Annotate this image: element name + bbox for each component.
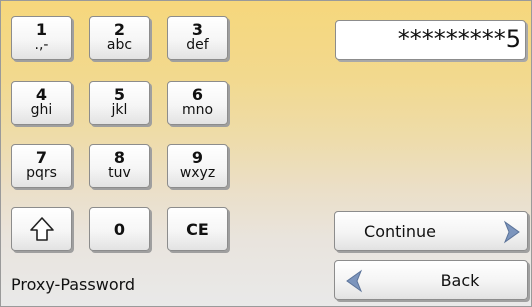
key-letters: ghi (30, 102, 53, 118)
key-digit: 3 (191, 20, 204, 39)
key-digit: 8 (113, 148, 126, 167)
continue-label: Continue (364, 222, 436, 241)
chevron-right-icon (503, 220, 520, 244)
continue-button[interactable]: Continue (334, 211, 528, 251)
key-3[interactable]: 3 def (167, 16, 228, 60)
key-digit: 6 (191, 85, 204, 104)
shift-up-arrow-icon (29, 217, 54, 241)
shift-key[interactable] (11, 207, 72, 251)
chevron-left-icon (346, 269, 363, 293)
key-letters: wxyz (179, 165, 216, 181)
key-letters: pqrs (26, 165, 57, 181)
key-letters: def (186, 37, 209, 53)
key-2[interactable]: 2 abc (89, 16, 150, 60)
key-letters: abc (106, 37, 133, 53)
key-4[interactable]: 4 ghi (11, 81, 72, 125)
clear-entry-button[interactable]: CE (167, 207, 228, 251)
back-button[interactable]: Back (334, 260, 528, 300)
password-entry-screen: 1 .,- 2 abc 3 def 4 ghi 5 jkl 6 mno 7 pq… (0, 0, 532, 307)
key-letters: jkl (111, 102, 128, 118)
key-7[interactable]: 7 pqrs (11, 144, 72, 188)
key-8[interactable]: 8 tuv (89, 144, 150, 188)
key-letters: .,- (34, 37, 49, 53)
clear-entry-label: CE (186, 219, 209, 239)
key-digit: 7 (35, 148, 48, 167)
key-letters: mno (181, 102, 214, 118)
password-field[interactable]: *********5 (335, 20, 526, 60)
key-digit: 0 (113, 219, 126, 239)
key-digit: 9 (191, 148, 204, 167)
key-1[interactable]: 1 .,- (11, 16, 72, 60)
key-9[interactable]: 9 wxyz (167, 144, 228, 188)
key-digit: 4 (35, 85, 48, 104)
key-letters: tuv (108, 165, 131, 181)
key-0[interactable]: 0 (89, 207, 150, 251)
key-6[interactable]: 6 mno (167, 81, 228, 125)
key-digit: 1 (35, 20, 48, 39)
key-5[interactable]: 5 jkl (89, 81, 150, 125)
field-label: Proxy-Password (11, 275, 136, 294)
key-digit: 2 (113, 20, 126, 39)
key-digit: 5 (113, 85, 126, 104)
back-label: Back (440, 271, 480, 290)
